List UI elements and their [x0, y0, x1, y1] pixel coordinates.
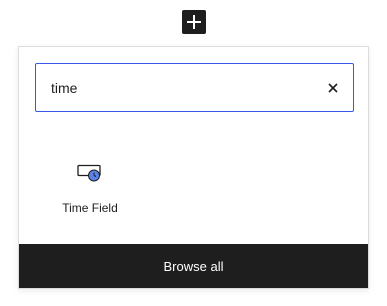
plus-icon: [187, 15, 201, 29]
browse-all-button[interactable]: Browse all: [19, 244, 368, 288]
close-icon: [328, 82, 338, 93]
block-inserter-panel: Time Field Browse all: [18, 46, 369, 289]
clear-search-button[interactable]: [313, 64, 353, 111]
block-item-time-field[interactable]: Time Field: [49, 149, 131, 229]
browse-all-label: Browse all: [163, 258, 224, 274]
block-search-input[interactable]: [36, 64, 313, 111]
time-field-icon: [77, 164, 101, 182]
block-item-label: Time Field: [62, 201, 118, 215]
block-search-box: [35, 63, 354, 112]
add-block-button[interactable]: [182, 10, 206, 34]
